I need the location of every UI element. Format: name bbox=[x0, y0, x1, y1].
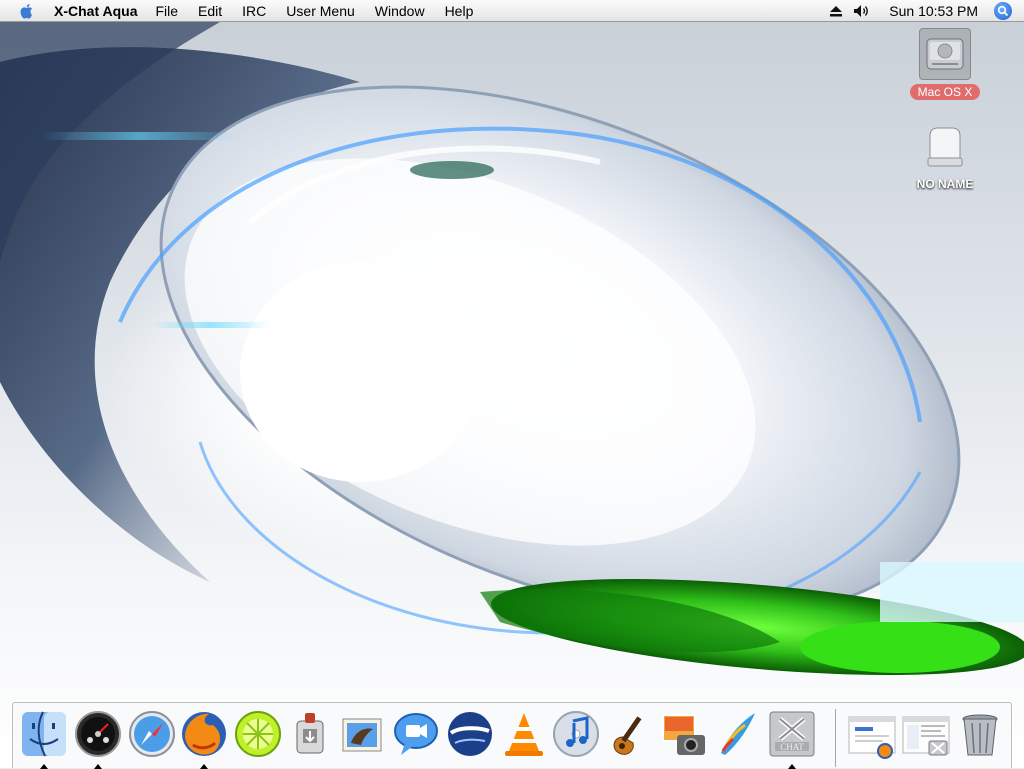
dock-garageband[interactable] bbox=[605, 709, 655, 759]
dock-finder[interactable] bbox=[19, 709, 69, 769]
running-indicator bbox=[788, 764, 796, 769]
trash-icon bbox=[962, 714, 998, 756]
desktop-icon-label: NO NAME bbox=[916, 177, 974, 191]
dock-mail[interactable] bbox=[337, 709, 387, 759]
dock-separator bbox=[835, 709, 836, 767]
menu-bar: X-Chat Aqua File Edit IRC User Menu Wind… bbox=[0, 0, 1024, 22]
menu-file[interactable]: File bbox=[155, 3, 178, 19]
menu-extras: Sun 10:53 PM bbox=[829, 0, 1024, 21]
menu-help[interactable]: Help bbox=[445, 3, 474, 19]
wallpaper-art bbox=[0, 22, 1024, 676]
iphoto-icon bbox=[662, 714, 705, 755]
running-indicator bbox=[94, 764, 102, 769]
desktop-wallpaper bbox=[0, 22, 1024, 768]
app-menu[interactable]: X-Chat Aqua bbox=[54, 3, 137, 19]
desktop-icon-mac-os-x[interactable]: Mac OS X bbox=[900, 28, 990, 100]
dashboard-icon bbox=[75, 711, 121, 757]
dock-firefox[interactable] bbox=[179, 709, 229, 769]
running-indicator bbox=[200, 764, 208, 769]
minimized-window-icon bbox=[848, 716, 896, 759]
firefox-icon bbox=[182, 712, 226, 756]
spotlight-icon[interactable] bbox=[994, 1, 1012, 20]
dock: CHAT bbox=[12, 702, 1012, 769]
menu-user-menu[interactable]: User Menu bbox=[286, 3, 354, 19]
running-indicator bbox=[40, 764, 48, 769]
desktop-icon-no-name[interactable]: NO NAME bbox=[900, 122, 990, 192]
dock-xchat-aqua[interactable]: CHAT bbox=[767, 709, 817, 769]
eject-icon[interactable] bbox=[829, 5, 843, 17]
dock-iphoto[interactable] bbox=[659, 709, 709, 759]
volume-icon[interactable] bbox=[853, 4, 871, 18]
dock-ichat[interactable] bbox=[391, 709, 441, 759]
dock-itunes[interactable] bbox=[551, 709, 601, 759]
itunes-icon bbox=[553, 711, 599, 757]
dock-limewire[interactable] bbox=[233, 709, 283, 759]
menu-window[interactable]: Window bbox=[375, 3, 425, 19]
minimized-window-icon bbox=[902, 716, 950, 756]
dock-minimized-firefox-window[interactable] bbox=[847, 709, 897, 759]
ichat-icon bbox=[394, 713, 438, 755]
dock-automator[interactable] bbox=[285, 709, 335, 759]
xchat-icon: CHAT bbox=[769, 711, 815, 757]
menu-edit[interactable]: Edit bbox=[198, 3, 222, 19]
dock-vlc[interactable] bbox=[499, 709, 549, 759]
safari-icon bbox=[129, 711, 175, 757]
menu-clock[interactable]: Sun 10:53 PM bbox=[889, 3, 978, 19]
garageband-icon bbox=[613, 716, 642, 755]
dock-trash[interactable] bbox=[955, 709, 1005, 759]
menu-irc[interactable]: IRC bbox=[242, 3, 266, 19]
limewire-icon bbox=[235, 711, 281, 757]
dock-minimized-xchat-window[interactable] bbox=[901, 709, 951, 759]
painter-icon bbox=[721, 713, 755, 755]
dock-google-earth[interactable] bbox=[445, 709, 495, 759]
finder-icon bbox=[22, 711, 66, 757]
automator-icon bbox=[296, 713, 324, 754]
vlc-icon bbox=[505, 713, 543, 756]
apple-menu-icon[interactable] bbox=[16, 2, 38, 20]
desktop-icon-label: Mac OS X bbox=[909, 84, 981, 100]
google-earth-icon bbox=[448, 712, 492, 756]
svg-text:CHAT: CHAT bbox=[780, 742, 804, 752]
dock-safari[interactable] bbox=[127, 709, 177, 759]
mail-icon bbox=[342, 718, 382, 752]
dock-dashboard[interactable] bbox=[73, 709, 123, 769]
dock-painter[interactable] bbox=[711, 709, 761, 759]
removable-drive-icon bbox=[920, 122, 970, 172]
hard-drive-icon bbox=[919, 28, 971, 80]
